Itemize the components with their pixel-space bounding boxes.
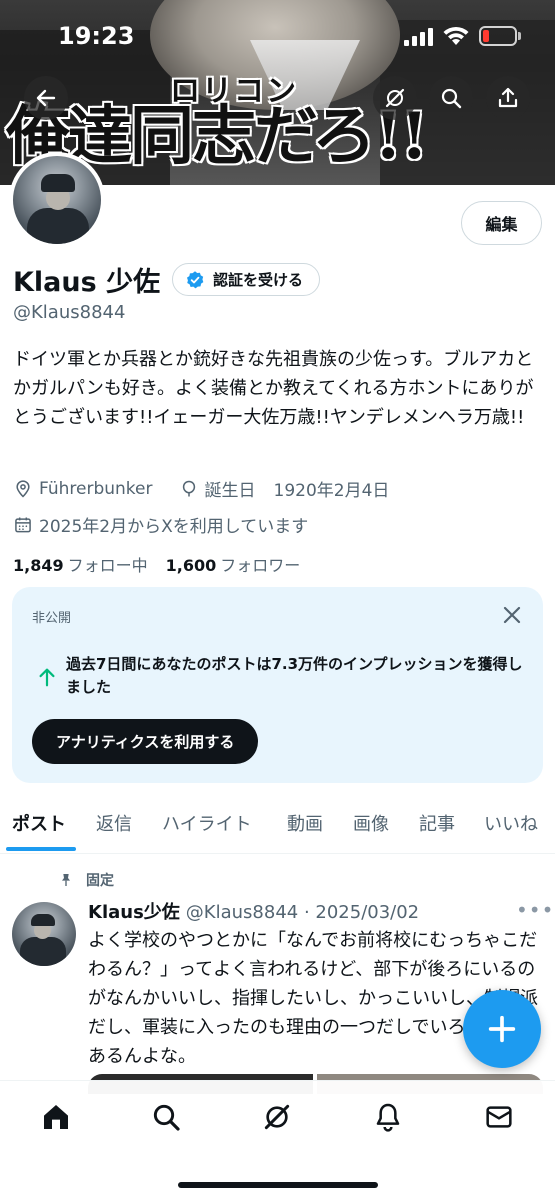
balloon-icon xyxy=(182,480,195,496)
get-verified-label: 認証を受ける xyxy=(213,271,304,289)
follow-stats: 1,849 フォロー中 1,600 フォロワー xyxy=(13,552,300,576)
followers-label: フォロワー xyxy=(220,556,301,575)
profile-avatar[interactable] xyxy=(9,152,105,248)
post-header: Klaus少佐 @Klaus8844 · 2025/03/02 xyxy=(88,898,419,924)
plus-icon xyxy=(488,1015,516,1043)
cellular-signal-icon xyxy=(404,28,434,46)
tab-highlights[interactable]: ハイライト xyxy=(162,810,252,836)
profile-location: Führerbunker xyxy=(39,478,153,499)
tab-videos[interactable]: 動画 xyxy=(287,810,323,836)
pinned-indicator: 固定 xyxy=(58,870,114,890)
birthday-value: 1920年2月4日 xyxy=(273,481,390,501)
more-options-icon[interactable]: ••• xyxy=(516,898,554,922)
analytics-button[interactable]: アナリティクスを利用する xyxy=(32,719,259,764)
status-bar: 19:23 xyxy=(0,0,555,70)
edit-profile-button[interactable]: 編集 xyxy=(461,201,542,245)
close-icon[interactable] xyxy=(500,603,524,627)
home-indicator xyxy=(178,1182,378,1188)
banner-caption: 俺達同志だろ!! xyxy=(5,99,430,174)
joined-row: 2025年2月からXを利用しています xyxy=(13,512,308,537)
share-button[interactable] xyxy=(486,76,530,120)
share-icon xyxy=(498,87,518,108)
post-meta: @Klaus8844 · 2025/03/02 xyxy=(185,902,420,923)
location-icon xyxy=(16,479,30,498)
get-verified-button[interactable]: 認証を受ける xyxy=(172,263,321,296)
bell-icon[interactable] xyxy=(372,1101,404,1133)
battery-tip xyxy=(518,32,521,40)
profile-meta-row: Führerbunker 誕生日 1920年2月4日 xyxy=(13,476,389,501)
status-time: 19:23 xyxy=(58,22,135,50)
active-tab-indicator xyxy=(6,847,76,851)
compose-button[interactable] xyxy=(463,990,541,1068)
home-icon[interactable] xyxy=(40,1101,72,1133)
impressions-message: 過去7日間にあなたのポストは7.3万件のインプレッションを獲得しました xyxy=(66,655,523,696)
tab-likes[interactable]: いいね xyxy=(484,810,538,836)
tab-articles[interactable]: 記事 xyxy=(419,810,455,836)
followers-count: 1,600 xyxy=(165,556,217,575)
joined-date: 2025年2月からXを利用しています xyxy=(39,517,309,537)
birthday-label: 誕生日 xyxy=(204,481,256,501)
private-label: 非公開 xyxy=(32,611,72,626)
grok-icon xyxy=(385,88,405,108)
profile-handle: @Klaus8844 xyxy=(13,302,126,323)
tab-images[interactable]: 画像 xyxy=(353,810,389,836)
calendar-icon xyxy=(15,517,31,532)
arrow-up-icon xyxy=(39,668,55,687)
tab-replies[interactable]: 返信 xyxy=(96,810,132,836)
display-name: Klaus 少佐 xyxy=(13,267,161,298)
followers-link[interactable]: 1,600 フォロワー xyxy=(166,552,301,576)
following-count: 1,849 xyxy=(13,556,64,575)
back-button[interactable] xyxy=(24,76,68,120)
search-icon[interactable] xyxy=(150,1101,182,1133)
grok-icon[interactable] xyxy=(261,1101,293,1133)
profile-tabs: ポスト 返信 ハイライト 動画 画像 記事 いいね xyxy=(0,800,555,854)
following-label: フォロー中 xyxy=(67,556,148,575)
post-author-name[interactable]: Klaus少佐 xyxy=(88,902,180,923)
pin-icon xyxy=(62,874,70,886)
tab-posts[interactable]: ポスト xyxy=(12,810,66,836)
post-avatar[interactable] xyxy=(12,902,76,966)
profile-bio: ドイツ軍とか兵器とか銃好きな先祖貴族の少佐っす。ブルアカとかガルパンも好き。よく… xyxy=(13,349,534,428)
wifi-icon xyxy=(443,26,469,45)
private-analytics-card: 非公開 過去7日間にあなたのポストは7.3万件のインプレッションを獲得しました … xyxy=(12,587,543,783)
battery-icon xyxy=(479,26,517,46)
mail-icon[interactable] xyxy=(483,1101,515,1133)
search-button[interactable] xyxy=(429,76,473,120)
pinned-label: 固定 xyxy=(86,873,114,889)
back-arrow-icon xyxy=(36,89,56,107)
following-link[interactable]: 1,849 フォロー中 xyxy=(13,552,148,576)
search-icon xyxy=(441,88,462,109)
grok-button[interactable] xyxy=(373,76,417,120)
verified-badge-icon xyxy=(187,270,204,288)
